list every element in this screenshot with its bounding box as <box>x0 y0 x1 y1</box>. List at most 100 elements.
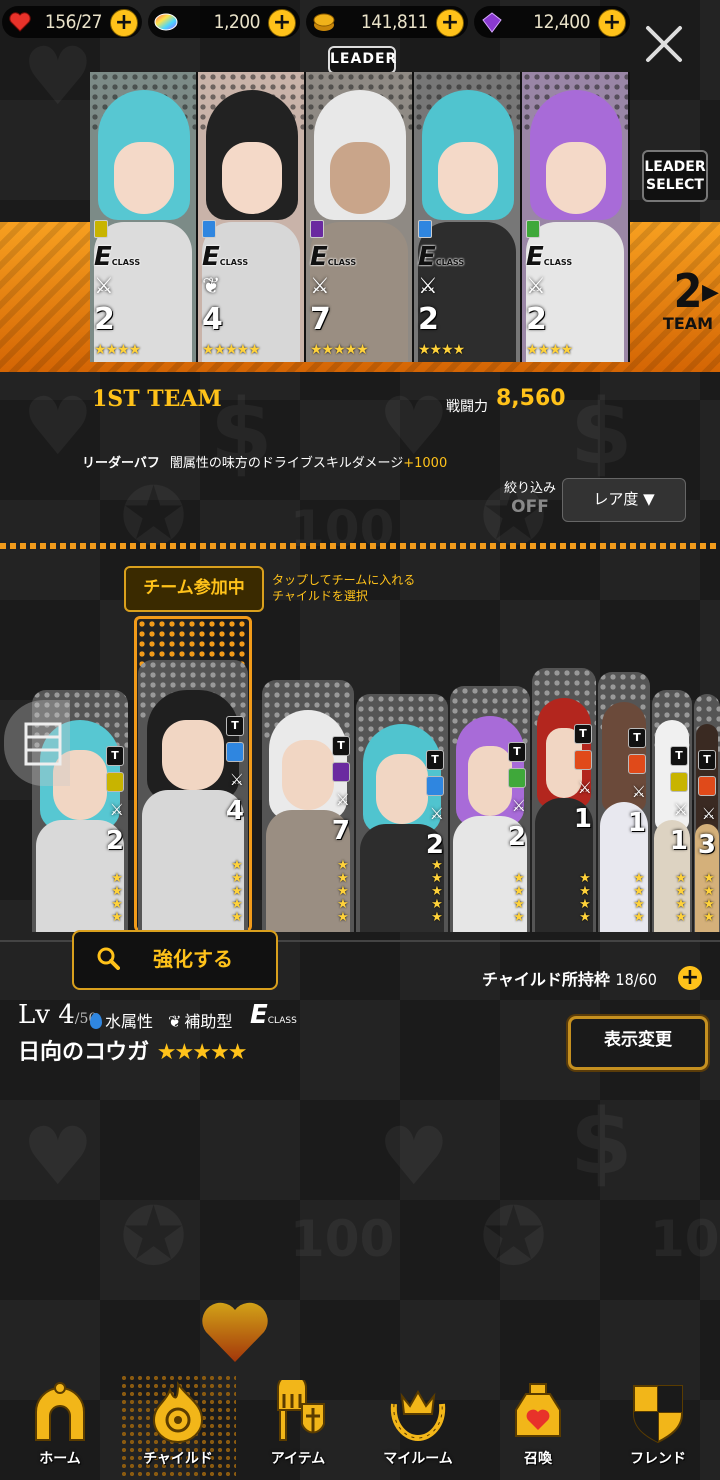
team-member-cards: ECLASS ⚔ 2 ★★★★ ECLASS ❦ 4 ★★★★★ ECLASS … <box>90 72 630 362</box>
rarity-stars: ★★★★ <box>418 342 465 358</box>
section-divider <box>0 543 720 549</box>
element-icon <box>628 754 646 774</box>
team-member-card[interactable]: ECLASS ⚔ 7 ★★★★★ <box>306 72 414 362</box>
rarity-stars: ★★★★ <box>526 342 573 358</box>
leader-buff-label: リーダーバフ <box>82 456 160 471</box>
summon-potion-icon <box>515 1383 561 1437</box>
child-count: 1 <box>669 826 688 856</box>
crystal-value: 12,400 <box>533 11 590 33</box>
dollar-icon: $ <box>570 380 633 485</box>
nav-child[interactable]: チャイルド <box>120 1374 236 1480</box>
scroll-left-button[interactable] <box>4 700 70 786</box>
member-count: 2 <box>526 302 547 337</box>
team-member-card[interactable]: ECLASS ⚔ 2 ★★★★ <box>414 72 522 362</box>
element-icon <box>574 750 592 770</box>
leader-buff: リーダーバフ 闇属性の味方のドライブスキルダメージ+1000 <box>82 452 447 471</box>
child-card[interactable]: T ⚔ 3 ★ ★ ★ ★ <box>694 694 720 932</box>
water-drop-icon <box>90 1013 102 1029</box>
child-card[interactable]: T ⚔ 4 ★ ★ ★ ★ ★ <box>138 660 248 932</box>
nav-item[interactable]: アイテム <box>240 1374 356 1480</box>
character-face <box>222 142 282 214</box>
next-team-button[interactable]: 2 TEAM ▶ <box>656 268 720 333</box>
slots-add-button[interactable]: + <box>678 966 702 990</box>
crossed-swords-icon: ⚔ <box>109 800 124 819</box>
child-card[interactable]: T ⚔ 1 ★ ★ ★ ★ <box>532 668 596 932</box>
team-member-card[interactable]: ECLASS ⚔ 2 ★★★★ <box>522 72 630 362</box>
rarity-stars: ★★★★ <box>633 871 645 925</box>
member-count: 7 <box>310 302 331 337</box>
class-badge: ECLASS <box>202 242 249 272</box>
crystal-counter: 12,400 + <box>474 6 630 38</box>
team-badge: T <box>332 736 350 756</box>
team-badge: T <box>226 716 244 736</box>
child-flame-icon <box>152 1380 204 1443</box>
star-coin-icon: ✪ <box>120 470 188 563</box>
rarity-stars: ★★★★★ <box>202 342 261 358</box>
friend-shield-icon <box>633 1385 683 1444</box>
child-card[interactable]: T ⚔ 2 ★ ★ ★ ★ <box>450 686 530 932</box>
close-icon[interactable] <box>642 22 686 66</box>
enhance-button[interactable]: 強化する <box>72 930 278 990</box>
child-card[interactable]: T ⚔ 1 ★ ★ ★ ★ <box>598 672 650 932</box>
sort-rarity-dropdown[interactable]: レア度 ▼ <box>562 478 686 522</box>
rarity-stars: ★★★★ <box>579 871 591 925</box>
level-display: Lv 4/50 <box>18 1000 98 1030</box>
wing-icon: ❦ <box>202 274 221 299</box>
water-element-icon <box>202 220 216 238</box>
rarity-stars: ★★★★ <box>675 871 687 925</box>
purple-crystal-icon <box>482 12 502 33</box>
rarity-stars: ★★★★ <box>94 342 141 358</box>
item-knight-icon <box>277 1380 325 1441</box>
light-element-icon <box>94 220 108 238</box>
rarity-stars: ★★★★★ <box>337 858 349 925</box>
nav-myroom[interactable]: マイルーム <box>360 1374 476 1480</box>
element-icon <box>226 742 244 762</box>
nav-friend[interactable]: フレンド <box>600 1374 716 1480</box>
home-arch-icon <box>35 1382 85 1441</box>
nav-home[interactable]: ホーム <box>2 1374 118 1480</box>
element-icon <box>508 768 526 788</box>
rarity-stars: ★★★★ <box>703 871 715 925</box>
coin-100-icon: 100 <box>650 1210 720 1268</box>
nav-summon[interactable]: 召喚 <box>480 1374 596 1480</box>
filter-toggle[interactable]: 絞り込み OFF <box>504 480 556 516</box>
crossed-swords-icon: ⚔ <box>511 796 526 815</box>
team-member-card[interactable]: ECLASS ⚔ 2 ★★★★ <box>90 72 198 362</box>
element-icon <box>332 762 350 782</box>
water-element-icon <box>418 220 432 238</box>
stamina-max: /27 <box>75 11 103 33</box>
dark-element-icon <box>310 220 324 238</box>
star-coin-icon: ✪ <box>480 1190 548 1283</box>
gold-add-button[interactable]: + <box>436 9 464 37</box>
character-face <box>282 740 334 810</box>
heart-icon <box>9 12 31 32</box>
slots-value: 18/60 <box>615 970 657 989</box>
team-member-card[interactable]: ECLASS ❦ 4 ★★★★★ <box>198 72 306 362</box>
leader-tag: LEADER <box>328 46 396 74</box>
team-badge: T <box>628 728 646 748</box>
support-type: ❦ 補助型 <box>168 1012 233 1031</box>
leader-select-button[interactable]: LEADER SELECT <box>642 150 708 202</box>
next-team-label: TEAM <box>662 314 714 333</box>
character-face <box>467 746 513 816</box>
gold-counter: 141,811 + <box>306 6 468 38</box>
rainbow-gem-icon <box>154 13 178 31</box>
display-change-button[interactable]: 表示変更 <box>568 1016 708 1070</box>
child-count: 3 <box>697 830 716 860</box>
coin-100-icon: 100 <box>290 1210 395 1268</box>
selection-hint: タップしてチームに入れる チャイルドを選択 <box>272 573 416 603</box>
child-count: 4 <box>225 796 244 826</box>
battle-power-value: 8,560 <box>496 386 566 411</box>
child-card[interactable]: T ⚔ 7 ★ ★ ★ ★ ★ <box>262 680 354 932</box>
dollar-icon: $ <box>570 1090 633 1195</box>
stamina-add-button[interactable]: + <box>110 9 138 37</box>
rarity-stars: ★★★★★ <box>310 342 369 358</box>
slots-label: チャイルド所持枠 <box>482 970 610 989</box>
team-badge: T <box>698 750 716 770</box>
crystal-add-button[interactable]: + <box>598 9 626 37</box>
attribute: 水属性 <box>90 1008 153 1032</box>
stamina-counter: 156/27 + <box>2 6 142 38</box>
child-card[interactable]: T ⚔ 1 ★ ★ ★ ★ <box>652 690 692 932</box>
gem-add-button[interactable]: + <box>268 9 296 37</box>
child-card[interactable]: T ⚔ 2 ★ ★ ★ ★ ★ <box>356 694 448 932</box>
